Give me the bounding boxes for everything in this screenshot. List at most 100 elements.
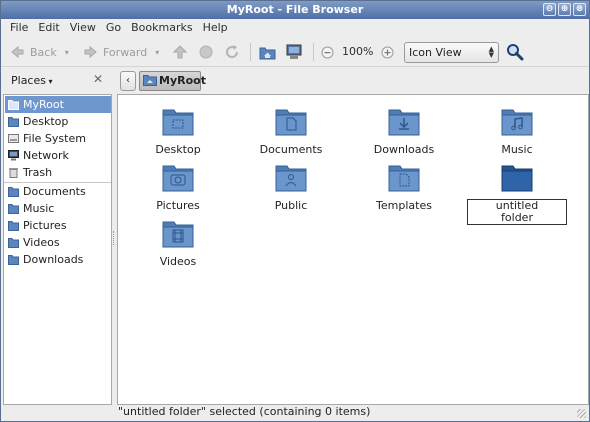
selected-folder-icon xyxy=(501,165,533,192)
sidebar-item-label: Documents xyxy=(23,185,86,198)
status-bar: "untitled folder" selected (containing 0… xyxy=(1,405,589,421)
view-mode-value: Icon View xyxy=(409,46,462,59)
close-sidebar-icon[interactable]: ✕ xyxy=(93,72,103,86)
menu-help[interactable]: Help xyxy=(198,19,233,37)
sidebar-item-label: Desktop xyxy=(23,115,69,128)
downloads-folder-icon xyxy=(388,109,420,136)
documents-folder-icon xyxy=(275,109,307,136)
path-left-arrow-button[interactable]: ‹ xyxy=(120,71,136,91)
folder-music[interactable]: Music xyxy=(467,105,567,156)
maximize-button[interactable]: ⊕ xyxy=(558,3,571,16)
forward-dropdown-icon[interactable]: ▾ xyxy=(155,48,159,57)
folder-downloads[interactable]: Downloads xyxy=(354,105,454,156)
menu-view[interactable]: View xyxy=(65,19,101,37)
folder-templates[interactable]: Templates xyxy=(354,161,454,212)
close-button[interactable]: ⊗ xyxy=(573,3,586,16)
home-folder-icon xyxy=(8,100,19,110)
reload-icon xyxy=(226,45,239,59)
menu-edit[interactable]: Edit xyxy=(33,19,64,37)
sidebar-item-label: Trash xyxy=(23,166,53,179)
folder-documents[interactable]: Documents xyxy=(241,105,341,156)
toolbar-separator xyxy=(313,43,314,61)
menu-bookmarks[interactable]: Bookmarks xyxy=(126,19,197,37)
sidebar-item-videos[interactable]: Videos xyxy=(5,234,111,251)
folder-icon xyxy=(8,221,19,231)
sidebar-item-trash[interactable]: Trash xyxy=(5,164,111,181)
zoom-in-icon xyxy=(381,46,394,58)
folder-desktop[interactable]: Desktop xyxy=(128,105,228,156)
sidebar-item-label: Pictures xyxy=(23,219,67,232)
trash-icon xyxy=(9,168,18,178)
menu-file[interactable]: File xyxy=(5,19,33,37)
menu-bar: File Edit View Go Bookmarks Help xyxy=(1,19,589,37)
sidebar-item-documents[interactable]: Documents xyxy=(5,183,111,200)
folder-videos[interactable]: Videos xyxy=(128,217,228,268)
view-mode-select[interactable]: Icon View ▲ ▼ xyxy=(404,42,499,63)
reload-button[interactable] xyxy=(224,41,240,63)
file-icon-view: Desktop Documents Downloads Music Pictur… xyxy=(117,94,589,405)
up-button[interactable] xyxy=(172,41,188,63)
chevron-down-icon: ▾ xyxy=(45,77,53,86)
zoom-out-icon xyxy=(321,46,334,58)
sidebar-item-downloads[interactable]: Downloads xyxy=(5,251,111,268)
file-browser-window: MyRoot - File Browser ⊖ ⊕ ⊗ File Edit Vi… xyxy=(0,0,590,422)
folder-label: Templates xyxy=(376,199,432,212)
folder-icon xyxy=(8,255,19,265)
toolbar-separator xyxy=(250,43,251,61)
folder-label: Public xyxy=(274,199,308,212)
sidebar-item-label: Network xyxy=(23,149,69,162)
sidebar-item-label: Videos xyxy=(23,236,60,249)
window-title: MyRoot - File Browser xyxy=(226,3,364,16)
folder-label: Downloads xyxy=(373,143,435,156)
back-button[interactable]: Back ▾ xyxy=(9,41,69,63)
zoom-level: 100% xyxy=(342,45,374,58)
folder-label: Documents xyxy=(259,143,323,156)
zoom-out-button[interactable] xyxy=(321,41,334,63)
search-button[interactable] xyxy=(506,41,524,63)
rename-field[interactable]: untitled folder xyxy=(467,199,567,225)
window-controls: ⊖ ⊕ ⊗ xyxy=(543,3,586,16)
home-folder-icon xyxy=(259,47,276,59)
zoom-in-button[interactable] xyxy=(381,41,394,63)
folder-icon xyxy=(8,238,19,248)
folder-untitled-selected[interactable]: untitled folder xyxy=(467,161,567,225)
path-crumb-myroot[interactable]: MyRoot xyxy=(139,71,206,91)
resize-grip-icon[interactable] xyxy=(577,409,586,418)
crumb-label: MyRoot xyxy=(159,74,206,87)
computer-icon xyxy=(286,44,302,59)
home-button[interactable] xyxy=(259,41,276,63)
home-folder-icon xyxy=(143,75,157,86)
stop-icon xyxy=(199,45,213,59)
folder-label: Desktop xyxy=(155,143,201,156)
public-folder-icon xyxy=(275,165,307,192)
places-dropdown[interactable]: Places ▾ xyxy=(11,74,53,87)
title-bar[interactable]: MyRoot - File Browser ⊖ ⊕ ⊗ xyxy=(1,1,589,19)
rename-input[interactable]: untitled folder xyxy=(467,199,567,225)
sidebar-item-label: File System xyxy=(23,132,86,145)
sidebar-item-label: MyRoot xyxy=(23,98,64,111)
sidebar-item-music[interactable]: Music xyxy=(5,200,111,217)
templates-folder-icon xyxy=(388,165,420,192)
music-folder-icon xyxy=(501,109,533,136)
pictures-folder-icon xyxy=(162,165,194,192)
location-bar: Places ▾ ✕ ‹ MyRoot xyxy=(1,68,589,94)
sidebar-item-file-system[interactable]: File System xyxy=(5,130,111,147)
search-icon xyxy=(507,44,524,61)
sidebar-item-label: Music xyxy=(23,202,55,215)
minimize-button[interactable]: ⊖ xyxy=(543,3,556,16)
sidebar-item-desktop[interactable]: Desktop xyxy=(5,113,111,130)
toolbar: Back ▾ Forward ▾ 100% Icon View ▲ ▼ xyxy=(1,37,589,67)
pane-resize-handle[interactable] xyxy=(113,231,115,245)
forward-label: Forward xyxy=(103,45,148,59)
folder-public[interactable]: Public xyxy=(241,161,341,212)
menu-go[interactable]: Go xyxy=(101,19,126,37)
sidebar-item-pictures[interactable]: Pictures xyxy=(5,217,111,234)
select-arrows-icon: ▲ ▼ xyxy=(488,45,494,59)
folder-pictures[interactable]: Pictures xyxy=(128,161,228,212)
forward-button[interactable]: Forward ▾ xyxy=(83,41,159,63)
back-dropdown-icon[interactable]: ▾ xyxy=(65,48,69,57)
computer-button[interactable] xyxy=(285,41,303,63)
stop-button[interactable] xyxy=(199,41,213,63)
sidebar-item-network[interactable]: Network xyxy=(5,147,111,164)
sidebar-item-myroot[interactable]: MyRoot xyxy=(5,96,111,113)
